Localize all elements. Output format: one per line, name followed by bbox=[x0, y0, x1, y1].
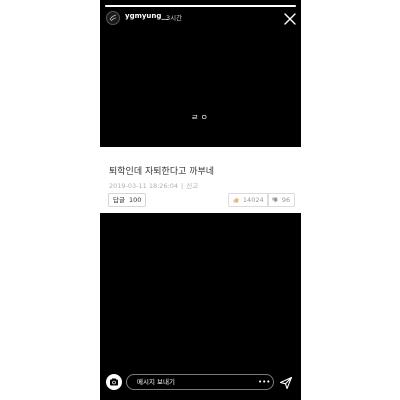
like-count: 14024 bbox=[242, 196, 264, 204]
message-input[interactable] bbox=[126, 374, 274, 390]
post-title: 퇴학인데 자퇴한다고 까부네 bbox=[109, 167, 215, 177]
avatar-icon[interactable] bbox=[106, 11, 120, 25]
story-username[interactable]: ygmyung__ bbox=[125, 12, 168, 20]
screen: ygmyung__ 3시간 ㄹㅇ 퇴학인데 자퇴한다고 까부네 2019-03-… bbox=[0, 0, 400, 400]
more-options-button[interactable]: ••• bbox=[258, 379, 270, 386]
reply-label: 답글 bbox=[113, 196, 125, 204]
close-icon[interactable] bbox=[283, 11, 297, 25]
post-card: 퇴학인데 자퇴한다고 까부네 2019-03-11 18:26:04 | 신고 답글… bbox=[100, 147, 301, 213]
thumbs-up-icon bbox=[233, 197, 241, 204]
story-time-ago: 3시간 bbox=[166, 14, 183, 22]
like-button[interactable]: 14024 bbox=[228, 193, 269, 207]
report-link[interactable]: 신고 bbox=[186, 182, 198, 190]
story-progress-bar bbox=[105, 5, 296, 7]
message-bar: ••• bbox=[100, 370, 301, 395]
send-icon[interactable] bbox=[279, 375, 293, 390]
dislike-button[interactable]: 96 bbox=[267, 193, 296, 207]
reply-button[interactable]: 답글 100 bbox=[108, 193, 147, 207]
story-progress-fill bbox=[105, 5, 296, 7]
dislike-count: 96 bbox=[281, 196, 291, 204]
camera-icon[interactable] bbox=[106, 374, 122, 390]
thumbs-down-icon bbox=[272, 197, 280, 204]
post-meta: 2019-03-11 18:26:04 | 신고 bbox=[109, 180, 198, 190]
story-caption: ㄹㅇ bbox=[191, 113, 210, 122]
reply-count: 100 bbox=[128, 196, 142, 204]
post-date: 2019-03-11 18:26:04 bbox=[109, 182, 179, 190]
meta-separator: | bbox=[181, 182, 184, 190]
